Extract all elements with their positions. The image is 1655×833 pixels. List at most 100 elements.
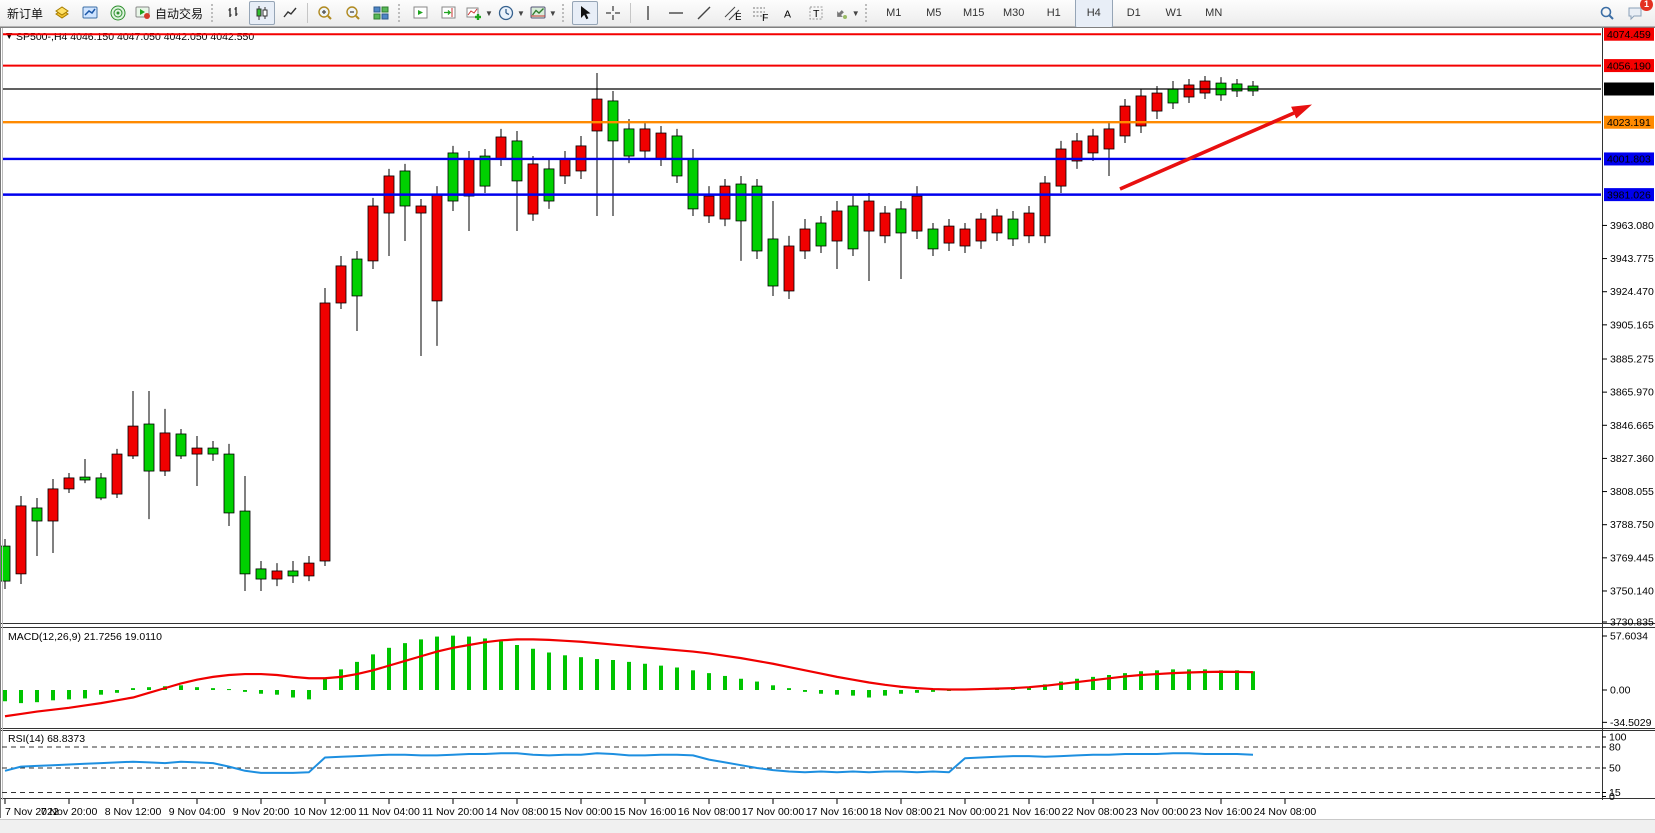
svg-text:3827.360: 3827.360 (1610, 453, 1654, 465)
text-button[interactable]: A (775, 1, 801, 25)
arrows-shapes-button[interactable]: ▼ (831, 1, 861, 25)
svg-text:T: T (813, 8, 820, 20)
webtrader-icon[interactable] (105, 1, 131, 25)
svg-text:7 Nov 20:00: 7 Nov 20:00 (41, 806, 98, 818)
fibonacci-button[interactable]: F (747, 1, 773, 25)
chart-window[interactable]: ▼SP500-,H4 4046.150 4047.050 4042.050 40… (0, 27, 1655, 828)
svg-text:A: A (784, 9, 791, 21)
svg-text:4023.191: 4023.191 (1607, 117, 1651, 129)
chevron-down-icon[interactable]: ▼ (485, 9, 493, 18)
chart-candles-button[interactable] (249, 1, 275, 25)
zoom-out-button[interactable] (340, 1, 366, 25)
svg-text:21 Nov 16:00: 21 Nov 16:00 (998, 806, 1061, 818)
toolbar-drag-handle[interactable] (398, 4, 404, 22)
chevron-down-icon[interactable]: ▼ (549, 9, 557, 18)
timeframe-mn[interactable]: MN (1195, 0, 1233, 28)
svg-text:15 Nov 16:00: 15 Nov 16:00 (614, 806, 677, 818)
svg-text:80: 80 (1609, 742, 1621, 754)
crosshair-button[interactable] (600, 1, 626, 25)
svg-text:4042.550: 4042.550 (1607, 84, 1651, 96)
vertical-line-button[interactable] (635, 1, 661, 25)
svg-text:3788.750: 3788.750 (1610, 519, 1654, 531)
svg-text:9 Nov 20:00: 9 Nov 20:00 (233, 806, 290, 818)
auto-scroll-button[interactable] (408, 1, 434, 25)
toolbar-separator (307, 3, 308, 23)
svg-text:21 Nov 00:00: 21 Nov 00:00 (934, 806, 997, 818)
chart-line-button[interactable] (277, 1, 303, 25)
svg-text:3924.470: 3924.470 (1610, 286, 1654, 298)
svg-text:15 Nov 00:00: 15 Nov 00:00 (550, 806, 613, 818)
svg-text:23 Nov 16:00: 23 Nov 16:00 (1190, 806, 1253, 818)
svg-text:3846.665: 3846.665 (1610, 420, 1654, 432)
timeframe-m5[interactable]: M5 (915, 0, 953, 28)
svg-text:0: 0 (1609, 791, 1615, 803)
main-toolbar: 新订单 自动交易 ▼ ▼ (0, 0, 1655, 27)
equidistant-channel-button[interactable]: E (719, 1, 745, 25)
chevron-down-icon[interactable]: ▼ (517, 9, 525, 18)
trendline-button[interactable] (691, 1, 717, 25)
svg-text:17 Nov 16:00: 17 Nov 16:00 (806, 806, 869, 818)
market-watch-icon[interactable] (77, 1, 103, 25)
chart-bars-button[interactable] (221, 1, 247, 25)
timeframe-m30[interactable]: M30 (995, 0, 1033, 28)
svg-text:9 Nov 04:00: 9 Nov 04:00 (169, 806, 226, 818)
svg-text:3750.140: 3750.140 (1610, 585, 1654, 597)
svg-text:3885.275: 3885.275 (1610, 353, 1654, 365)
horizontal-line-button[interactable] (663, 1, 689, 25)
indicators-button[interactable]: ▼ (464, 1, 494, 25)
svg-text:17 Nov 00:00: 17 Nov 00:00 (742, 806, 805, 818)
chart-title-group: ▼SP500-,H4 4046.150 4047.050 4042.050 40… (4, 30, 254, 43)
tile-windows-button[interactable] (368, 1, 394, 25)
chevron-down-icon[interactable]: ▼ (852, 9, 860, 18)
svg-text:3963.080: 3963.080 (1610, 220, 1654, 232)
svg-text:10 Nov 12:00: 10 Nov 12:00 (294, 806, 357, 818)
svg-text:0.00: 0.00 (1610, 685, 1631, 697)
timeframe-m1[interactable]: M1 (875, 0, 913, 28)
svg-text:22 Nov 08:00: 22 Nov 08:00 (1062, 806, 1125, 818)
svg-text:E: E (735, 11, 741, 22)
new-order-icon[interactable] (49, 1, 75, 25)
svg-text:3808.055: 3808.055 (1610, 486, 1654, 498)
toolbar-drag-handle[interactable] (865, 4, 871, 22)
new-order-button[interactable]: 新订单 (3, 1, 47, 25)
macd-label: MACD(12,26,9) 21.7256 19.0110 (8, 631, 162, 643)
auto-trading-label: 自动交易 (152, 5, 206, 22)
svg-text:11 Nov 04:00: 11 Nov 04:00 (358, 806, 420, 818)
chart-canvas[interactable]: ▼SP500-,H4 4046.150 4047.050 4042.050 40… (0, 27, 1655, 828)
svg-text:3981.026: 3981.026 (1607, 189, 1651, 201)
svg-text:18 Nov 08:00: 18 Nov 08:00 (870, 806, 933, 818)
symbol-dropdown-icon: ▼ (4, 30, 14, 42)
auto-trading-button[interactable]: 自动交易 (133, 1, 207, 25)
svg-text:8 Nov 12:00: 8 Nov 12:00 (105, 806, 162, 818)
svg-text:3905.165: 3905.165 (1610, 319, 1654, 331)
svg-text:16 Nov 08:00: 16 Nov 08:00 (678, 806, 741, 818)
periods-button[interactable]: ▼ (496, 1, 526, 25)
svg-text:4056.190: 4056.190 (1607, 60, 1651, 72)
toolbar-drag-handle[interactable] (562, 4, 568, 22)
chart-shift-button[interactable] (436, 1, 462, 25)
timeframe-m15[interactable]: M15 (955, 0, 993, 28)
timeframe-w1[interactable]: W1 (1155, 0, 1193, 28)
cursor-button[interactable] (572, 1, 598, 25)
zoom-in-button[interactable] (312, 1, 338, 25)
svg-text:3943.775: 3943.775 (1610, 253, 1654, 265)
svg-text:57.6034: 57.6034 (1610, 631, 1648, 643)
chart-title: SP500-,H4 4046.150 4047.050 4042.050 404… (16, 31, 254, 43)
notifications-button[interactable]: 1 (1622, 1, 1648, 25)
timeframe-h1[interactable]: H1 (1035, 0, 1073, 28)
svg-text:4074.459: 4074.459 (1607, 29, 1651, 41)
svg-text:11 Nov 20:00: 11 Nov 20:00 (422, 806, 484, 818)
notification-badge: 1 (1640, 0, 1653, 11)
rsi-label: RSI(14) 68.8373 (8, 733, 85, 745)
toolbar-drag-handle[interactable] (211, 4, 217, 22)
timeframe-d1[interactable]: D1 (1115, 0, 1153, 28)
svg-text:50: 50 (1609, 763, 1621, 775)
svg-text:24 Nov 08:00: 24 Nov 08:00 (1254, 806, 1317, 818)
svg-text:3730.835: 3730.835 (1610, 617, 1654, 629)
svg-text:4001.803: 4001.803 (1607, 154, 1651, 166)
text-label-button[interactable]: T (803, 1, 829, 25)
svg-text:14 Nov 08:00: 14 Nov 08:00 (486, 806, 549, 818)
timeframe-h4[interactable]: H4 (1075, 0, 1113, 28)
search-icon[interactable] (1594, 1, 1620, 25)
templates-button[interactable]: ▼ (528, 1, 558, 25)
